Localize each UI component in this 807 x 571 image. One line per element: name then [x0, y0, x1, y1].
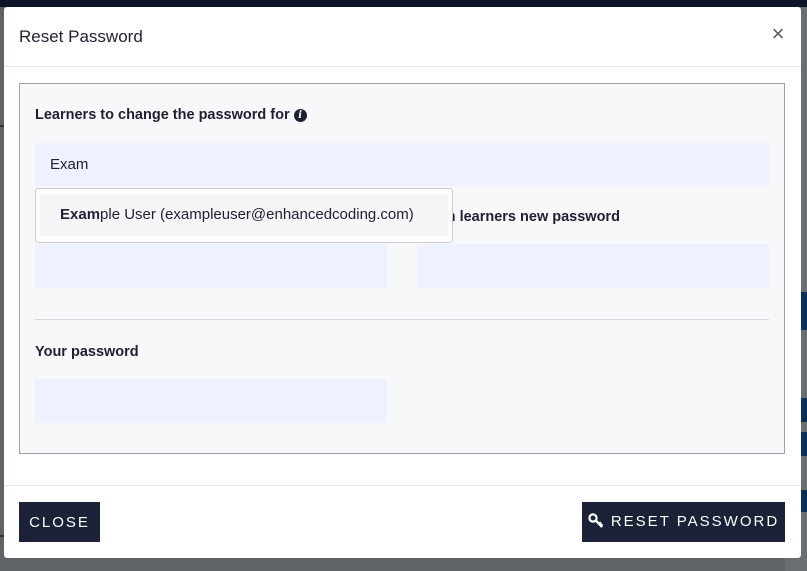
background-topbar: [0, 0, 807, 7]
divider: [35, 319, 769, 320]
learners-search-input[interactable]: [35, 143, 769, 186]
reset-password-modal: Reset Password × Learners to change the …: [4, 7, 801, 558]
learners-label: Learners to change the password for i: [35, 107, 307, 123]
learners-label-text: Learners to change the password for: [35, 107, 290, 123]
your-password-input[interactable]: [35, 379, 387, 423]
autocomplete-match-text: Exam: [60, 206, 101, 223]
confirm-password-input[interactable]: [417, 244, 769, 288]
close-icon[interactable]: ×: [768, 23, 788, 45]
reset-password-label: RESET PASSWORD: [610, 513, 780, 530]
modal-header: Reset Password ×: [4, 7, 801, 67]
key-icon: [588, 512, 604, 532]
info-circle-icon[interactable]: i: [293, 109, 307, 122]
reset-password-button[interactable]: RESET PASSWORD: [582, 502, 785, 542]
your-password-label: Your password: [35, 344, 139, 360]
close-button[interactable]: CLOSE: [19, 502, 100, 542]
autocomplete-option[interactable]: Example User (exampleuser@enhancedcoding…: [40, 194, 448, 236]
modal-title: Reset Password: [19, 27, 143, 46]
autocomplete-rest-text: ple User (exampleuser@enhancedcoding.com…: [100, 206, 414, 223]
autocomplete-dropdown: Example User (exampleuser@enhancedcoding…: [35, 188, 453, 243]
reset-password-form: Learners to change the password fori rm …: [19, 83, 785, 454]
confirm-password-label: rm learners new password: [437, 209, 620, 225]
modal-footer: CLOSE RESET PASSWORD: [4, 485, 801, 559]
new-password-input[interactable]: [35, 244, 387, 288]
